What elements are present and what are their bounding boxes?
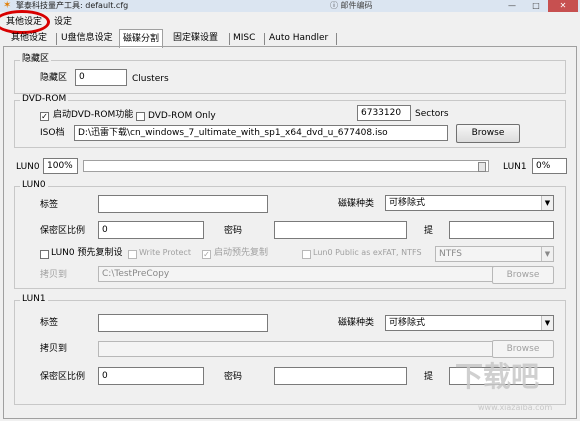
lun1-copy-to-input[interactable] [98,341,496,357]
close-button[interactable]: ✕ [548,0,578,12]
lun0-disk-type-label: 磁碟种类 [338,199,375,209]
lun1-copy-to-label: 拷贝到 [40,344,68,354]
write-protect-checkbox[interactable] [128,250,137,259]
lun1-tag-input[interactable] [98,314,268,332]
tab-separator [56,33,57,45]
chevron-down-icon[interactable]: ▼ [541,247,553,261]
lun0-fs-select[interactable]: NTFS ▼ [435,246,554,262]
lun0-public-label: Lun0 Public as exFAT, NTFS [313,248,422,257]
lun1-disk-type-value: 可移除式 [389,318,426,328]
menu-bar [0,14,580,30]
lun1-hint-label: 提 [424,372,434,382]
lun0-copy-to-label: 拷贝到 [40,270,68,280]
hidden-area-legend: 隐藏区 [20,54,52,65]
lun0-precopy-label: LUN0 预先复制设 [51,248,123,258]
tab-separator [264,33,265,45]
start-precopy-label: 启动预先复制 [214,248,269,258]
iso-path-input[interactable]: D:\迅雷下载\cn_windows_7_ultimate_with_sp1_x… [74,125,448,141]
lun1-legend: LUN1 [20,294,48,305]
chevron-down-icon[interactable]: ▼ [541,196,553,210]
lun0-hint-label: 提 [424,226,434,236]
dvd-enable-checkbox[interactable]: ✓ [40,112,49,121]
lun0-secure-ratio-label: 保密区比例 [40,226,86,236]
lun0-password-label: 密码 [224,226,243,236]
lun0-precopy-checkbox[interactable] [40,250,49,259]
lun0-percent-input[interactable]: 100% [43,158,78,174]
write-protect-label: Write Protect [139,248,191,257]
lun0-split-label: LUN0 [16,162,40,172]
lun1-password-label: 密码 [224,372,243,382]
tab-misc[interactable]: MISC [230,31,258,46]
chevron-down-icon[interactable]: ▼ [541,316,553,330]
tab-auto-handler[interactable]: Auto Handler [266,31,331,46]
tab-fixed-disk[interactable]: 固定碟设置 [170,31,221,46]
lun0-disk-type-value: 可移除式 [389,198,426,208]
lun0-copy-to-input[interactable]: C:\TestPreCopy [98,266,496,282]
lun1-secure-ratio-label: 保密区比例 [40,372,86,382]
hidden-area-input[interactable]: 0 [75,69,127,86]
dvd-enable-label: 启动DVD-ROM功能 [53,110,134,120]
watermark-logo: 下载吧 [455,360,540,393]
lun1-disk-type-select[interactable]: 可移除式 ▼ [385,315,554,331]
iso-label: ISO档 [40,128,65,138]
dvd-sectors-unit: Sectors [415,109,449,119]
iso-browse-button[interactable]: Browse [456,124,520,143]
lun1-password-input[interactable] [274,367,407,385]
tab-separator [336,33,337,45]
tab-usb-info[interactable]: U盘信息设定 [58,31,116,46]
dvd-sectors-input[interactable]: 6733120 [357,105,411,121]
lun1-tag-label: 标签 [40,318,59,328]
dvd-only-label: DVD-ROM Only [148,111,216,121]
lun0-browse-button[interactable]: Browse [492,266,554,284]
hidden-area-label: 隐藏区 [40,73,68,83]
lun0-tag-input[interactable] [98,195,268,213]
menu-settings[interactable]: 设定 [54,14,72,30]
maximize-button[interactable]: □ [524,0,548,12]
hidden-area-unit: Clusters [132,74,169,84]
lun1-browse-button[interactable]: Browse [492,340,554,358]
minimize-button[interactable]: — [500,0,524,12]
slider-thumb[interactable] [478,162,486,172]
start-precopy-checkbox[interactable]: ✓ [202,250,211,259]
title-right-text: ⓘ 邮件编码 [330,1,373,10]
lun0-fs-value: NTFS [439,249,462,259]
lun0-hint-input[interactable] [449,221,554,239]
lun-split-slider[interactable] [83,160,489,172]
dvd-rom-legend: DVD-ROM [20,94,69,105]
lun1-disk-type-label: 磁碟种类 [338,318,375,328]
lun1-secure-ratio-input[interactable]: 0 [98,367,204,385]
tab-other-settings[interactable]: 其他设定 [8,31,50,46]
lun0-legend: LUN0 [20,180,48,191]
app-icon: ✶ [3,0,12,11]
lun1-split-label: LUN1 [503,162,527,172]
lun0-secure-ratio-input[interactable]: 0 [98,221,204,239]
lun0-disk-type-select[interactable]: 可移除式 ▼ [385,195,554,211]
watermark-url: www.xiazaiba.com [478,403,553,412]
dvd-only-checkbox[interactable] [136,112,145,121]
lun0-public-checkbox[interactable] [302,250,311,259]
lun1-percent-input[interactable]: 0% [532,158,567,174]
lun0-tag-label: 标签 [40,200,59,210]
lun0-password-input[interactable] [274,221,407,239]
